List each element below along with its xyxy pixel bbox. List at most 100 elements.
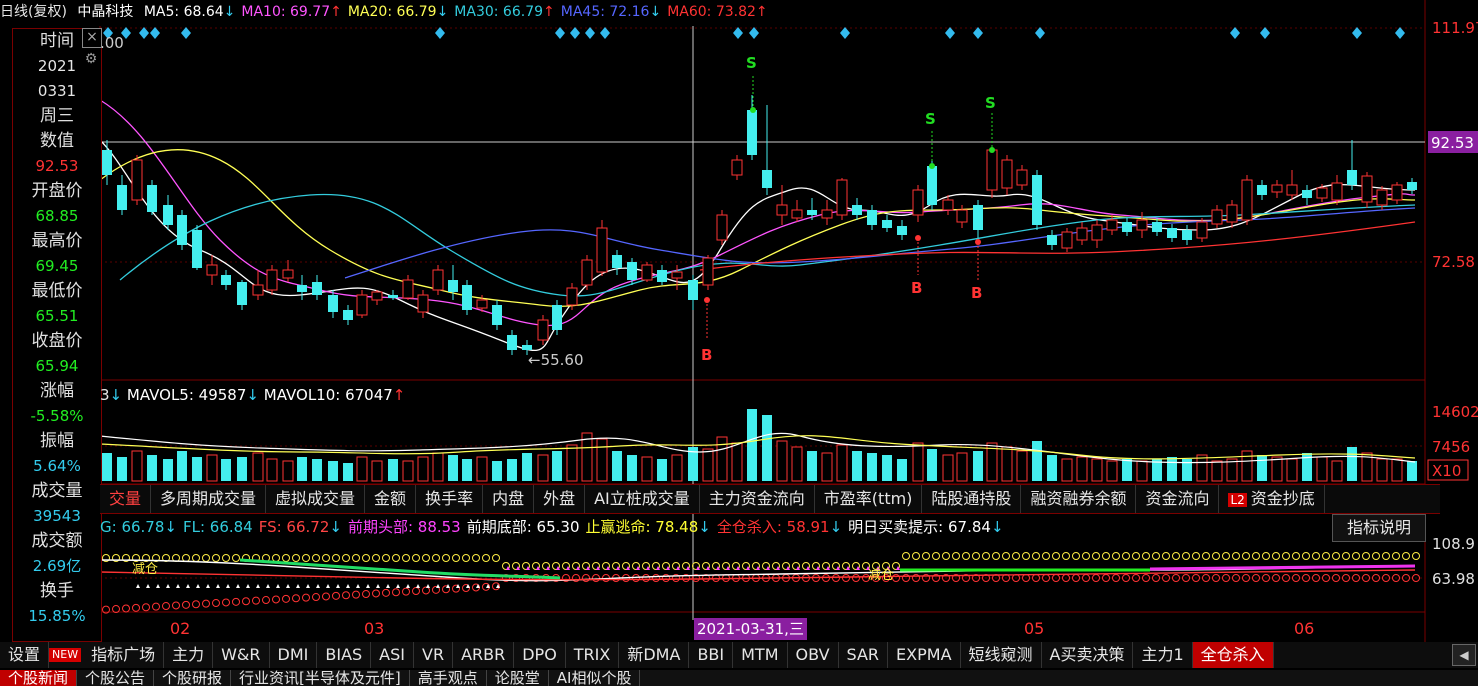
indicator-tab[interactable]: AI立桩成交量 (585, 485, 700, 513)
indicator-selector-tab[interactable]: 全仓杀入 (1192, 642, 1274, 668)
indicator-tab[interactable]: 市盈率(ttm) (815, 485, 923, 513)
indicator-dot-red (162, 602, 170, 611)
close-icon[interactable]: × (82, 28, 102, 48)
indicator-help-button[interactable]: 指标说明 (1332, 514, 1426, 542)
candle-body (1136, 219, 1148, 231)
candle-body (343, 310, 353, 320)
indicator-selector-tab[interactable]: BBI (689, 642, 734, 668)
volume-bar (432, 452, 444, 482)
chart-canvas[interactable]: 111.97 92.53 72.58 14602 7456 X10 108.9 … (0, 0, 1478, 686)
candle-body (927, 166, 937, 205)
indicator-selector-tab[interactable]: DPO (514, 642, 566, 668)
candle-body (641, 264, 653, 281)
close-label: 收盘价 (31, 331, 83, 351)
indicator-selector-tab[interactable]: OBV (788, 642, 839, 668)
indicator-triangle (376, 584, 380, 588)
indicator-dot-yellow (1092, 552, 1100, 560)
candle-body (462, 285, 472, 310)
news-tab[interactable]: AI相似个股 (549, 670, 641, 686)
indicator-dot-yellow (392, 554, 400, 562)
indicator-dot-yellow (182, 554, 190, 562)
indicator-selector-tab[interactable]: EXPMA (888, 642, 961, 668)
news-tab[interactable]: 论股堂 (487, 670, 549, 686)
volume-bar (762, 415, 772, 481)
indicator-dot-red (172, 601, 180, 610)
news-tab[interactable]: 行业资讯[半导体及元件] (231, 670, 410, 686)
indicator-selector-tab[interactable]: MTM (733, 642, 788, 668)
indicator-dot-yellow (1162, 552, 1170, 560)
indicator-tab[interactable]: 金额 (365, 485, 417, 513)
candle-body (476, 299, 488, 309)
ma-arrow-3: ↑ (543, 4, 555, 20)
indicator-selector-tab[interactable]: 主力 (164, 642, 214, 668)
indicator-selector-tab[interactable]: 主力1 (1133, 642, 1193, 668)
period-label[interactable]: 日线(复权) (0, 4, 67, 20)
indicator-selector-tab[interactable]: 新DMA (619, 642, 690, 668)
volume-bar (388, 459, 398, 481)
low-value: 65.51 (35, 307, 79, 325)
candle-body (1241, 179, 1253, 221)
indicator-selector-tab[interactable]: 指标广场 (83, 642, 165, 668)
indicator-dot-yellow (1372, 552, 1380, 560)
candle-body (1061, 231, 1073, 249)
indicator-dot-yellow (1102, 552, 1110, 560)
indicator-selector-tab[interactable]: DMI (270, 642, 318, 668)
indicator-dot-yellow (1042, 552, 1050, 560)
ma-label-0: MA5: 68.64 (143, 4, 224, 20)
indicator-tab[interactable]: 资金流向 (1136, 485, 1220, 513)
indicator-tab[interactable]: L2 资金抄底 (1219, 485, 1325, 513)
news-tab[interactable]: 个股新闻 (0, 670, 78, 686)
volume-bar (1047, 455, 1057, 481)
news-tab[interactable]: 个股公告 (77, 670, 155, 686)
indicator-tab[interactable]: 外盘 (534, 485, 586, 513)
event-diamond (1230, 27, 1240, 39)
indicator-dot-yellow (932, 552, 940, 560)
indicator-selector-tab[interactable]: A买卖决策 (1042, 642, 1134, 668)
candle-body (1001, 159, 1013, 189)
news-tab[interactable]: 高手观点 (410, 670, 487, 686)
indicator-tab[interactable]: 虚拟成交量 (266, 485, 366, 513)
indicator-selector-tab[interactable]: BIAS (317, 642, 372, 668)
indicator-tab[interactable]: 陆股通持股 (922, 485, 1022, 513)
volume-bar (1196, 454, 1208, 482)
indicator-dot-red (202, 599, 210, 608)
event-diamond (150, 27, 160, 39)
candle-body (581, 259, 593, 286)
gear-icon[interactable]: ⚙ (82, 50, 100, 68)
indicator-tab[interactable]: 主力资金流向 (700, 485, 815, 513)
volume-bar (462, 459, 472, 481)
date-value: 0331 (37, 82, 77, 100)
indicator-triangle (306, 584, 310, 588)
scroll-left-button[interactable]: ◀ (1452, 644, 1476, 666)
indicator-tab[interactable]: 融资融券余额 (1021, 485, 1137, 513)
indicator-selector-tab[interactable]: TRIX (566, 642, 620, 668)
volume-bar (1376, 458, 1388, 482)
indicator-dot-red (192, 600, 200, 609)
price-axis-crosshair: 92.53 (1431, 134, 1474, 152)
indicator-selector-tab[interactable]: SAR (839, 642, 889, 668)
candle-body (266, 269, 278, 291)
candle-body (1286, 184, 1298, 196)
indicator-triangle (216, 584, 220, 588)
indicator-tab[interactable]: 交量 (100, 485, 152, 513)
mavol5-label: MAVOL5: 49587 (126, 386, 247, 404)
indicator-tab[interactable]: 内盘 (483, 485, 535, 513)
high-label: 最高价 (31, 231, 83, 251)
event-diamond (733, 27, 743, 39)
volume-bar (476, 456, 488, 482)
indicator-selector-tab[interactable]: VR (414, 642, 454, 668)
volume-bar (867, 453, 877, 481)
news-tab[interactable]: 个股研报 (154, 670, 232, 686)
indicator-tab[interactable]: 多周期成交量 (151, 485, 267, 513)
indicator-selector-tab[interactable]: 短线窥测 (961, 642, 1042, 668)
indicator-selector-tab[interactable]: W&R (213, 642, 270, 668)
indicator-selector-tab[interactable]: ARBR (453, 642, 515, 668)
indicator-selector-tab[interactable]: 设置 (0, 642, 50, 668)
volume-bar (1286, 458, 1298, 482)
partial-value: .00 (100, 34, 124, 52)
indicator-tab[interactable]: 换手率 (416, 485, 484, 513)
indicator-selector-tab[interactable]: ASI (371, 642, 414, 668)
candlestick-series (102, 95, 1417, 355)
indicator-triangle (326, 584, 330, 588)
candle-body (612, 255, 622, 268)
